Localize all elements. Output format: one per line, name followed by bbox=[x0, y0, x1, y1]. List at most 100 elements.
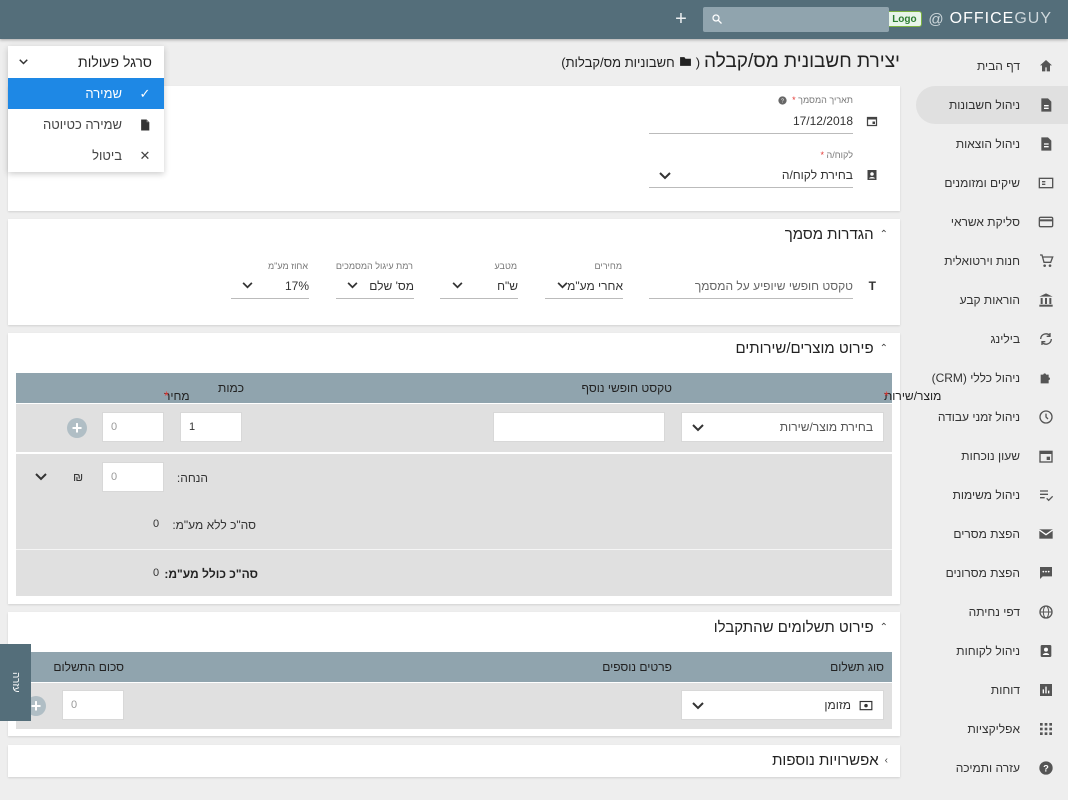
products-table-header: מוצר/שירות * טקסט חופשי נוסף כמות מחיר * bbox=[16, 373, 941, 403]
sidebar-item-label: בילינג bbox=[990, 332, 1020, 346]
actions-menu: סרגל פעולות ✓ שמירה שמירה כטיוטה ✕ ביטול bbox=[8, 46, 164, 172]
sidebar-item[interactable]: בילינג bbox=[916, 320, 1068, 358]
more-options-header[interactable]: › אפשרויות נוספות bbox=[772, 752, 888, 769]
col-payment-type: סוג תשלום bbox=[830, 660, 884, 674]
calendar-icon bbox=[1038, 448, 1054, 464]
chevron-up-icon: ⌃ bbox=[879, 343, 888, 354]
help-icon[interactable]: ? bbox=[778, 96, 787, 105]
chevron-down-icon bbox=[452, 282, 463, 289]
top-bar: Logo @ OFFICEGUY + bbox=[0, 0, 1068, 39]
settings-card: ⌃ הגדרות מסמך T טקסט חופשי שיופיע על המסמ… bbox=[8, 219, 900, 325]
quantity-input[interactable]: 1 bbox=[180, 412, 242, 442]
draft-icon bbox=[138, 119, 152, 131]
discount-currency[interactable]: ₪ bbox=[73, 470, 83, 484]
chevron-down-icon bbox=[347, 282, 358, 289]
sidebar-item[interactable]: חנות וירטואלית bbox=[916, 242, 1068, 280]
chevron-down-icon bbox=[19, 59, 28, 65]
search-input[interactable] bbox=[703, 7, 889, 32]
invoice-icon bbox=[1038, 97, 1054, 113]
sidebar-item[interactable]: שיקים ומזומנים bbox=[916, 164, 1068, 202]
cancel-button[interactable]: ✕ ביטול bbox=[8, 140, 164, 171]
settings-header[interactable]: ⌃ הגדרות מסמך bbox=[785, 226, 888, 243]
chevron-down-icon bbox=[242, 282, 253, 289]
currency-label: מטבע bbox=[494, 261, 518, 271]
more-options-card[interactable]: › אפשרויות נוספות bbox=[8, 745, 900, 777]
receipt-icon bbox=[1038, 136, 1054, 152]
sidebar-item[interactable]: הפצת מסרים bbox=[916, 515, 1068, 553]
sms-icon bbox=[1038, 565, 1054, 581]
sidebar-item[interactable]: אפליקציות bbox=[916, 710, 1068, 748]
sidebar-item[interactable]: שעון נוכחות bbox=[916, 437, 1068, 475]
sidebar-item-label: הוראות קבע bbox=[959, 293, 1020, 307]
apps-icon bbox=[1038, 721, 1054, 737]
product-select[interactable]: בחירת מוצר/שירות bbox=[681, 412, 884, 442]
total-novat-label: סה"כ ללא מע"מ: bbox=[172, 518, 256, 532]
payments-header[interactable]: ⌃ פירוט תשלומים שהתקבלו bbox=[714, 619, 888, 636]
brand[interactable]: Logo @ OFFICEGUY bbox=[886, 10, 1052, 28]
help-side-tab[interactable]: עזרה bbox=[0, 644, 31, 721]
close-icon: ✕ bbox=[139, 147, 151, 163]
cash-icon bbox=[859, 700, 873, 711]
brand-name: OFFICEGUY bbox=[949, 10, 1052, 27]
date-label: תאריך המסמך * bbox=[792, 95, 853, 105]
chart-icon bbox=[1038, 682, 1054, 698]
sidebar: דף הבית ניהול חשבונות ניהול הוצאות שיקים ומ… bbox=[915, 39, 1068, 800]
sidebar-item[interactable]: ניהול הוצאות bbox=[916, 125, 1068, 163]
sidebar-item-label: שעון נוכחות bbox=[961, 449, 1020, 463]
free-text-input[interactable]: טקסט חופשי שיופיע על המסמך bbox=[649, 273, 853, 299]
customer-select[interactable]: בחירת לקוח/ה bbox=[649, 162, 853, 188]
sidebar-item-label: דוחות bbox=[990, 683, 1020, 697]
sidebar-item[interactable]: דפי נחיתה bbox=[916, 593, 1068, 631]
help-icon: ? bbox=[1038, 760, 1054, 776]
sidebar-item[interactable]: דוחות bbox=[916, 671, 1068, 709]
sidebar-item-label: שיקים ומזומנים bbox=[944, 176, 1020, 190]
sidebar-item[interactable]: סליקת אשראי bbox=[916, 203, 1068, 241]
sidebar-item-label: ניהול כללי (CRM) bbox=[931, 371, 1020, 385]
divider bbox=[16, 549, 892, 550]
date-field[interactable]: 17/12/2018 bbox=[649, 108, 853, 134]
chevron-down-icon[interactable] bbox=[35, 473, 47, 481]
discount-label: הנחה: bbox=[176, 471, 208, 485]
text-icon: T bbox=[868, 279, 876, 293]
breadcrumb[interactable]: חשבוניות מס/קבלות) bbox=[561, 55, 674, 70]
discount-input[interactable]: 0 bbox=[102, 462, 164, 492]
products-header[interactable]: ⌃ פירוט מוצרים/שירותים bbox=[735, 340, 888, 357]
calendar-icon bbox=[866, 116, 878, 127]
sidebar-item[interactable]: הוראות קבע bbox=[916, 281, 1068, 319]
payments-table-header: סוג תשלום פרטים נוספים סכום התשלום bbox=[16, 652, 892, 682]
company-logo: Logo bbox=[886, 11, 923, 27]
sidebar-item[interactable]: ניהול לקוחות bbox=[916, 632, 1068, 670]
credit-card-icon bbox=[1038, 214, 1054, 230]
save-draft-button[interactable]: שמירה כטיוטה bbox=[8, 109, 164, 140]
sidebar-item[interactable]: ניהול חשבונות bbox=[916, 86, 1068, 124]
sidebar-item[interactable]: ניהול זמני עבודה bbox=[916, 398, 1068, 436]
chevron-up-icon: ⌃ bbox=[879, 622, 888, 633]
col-text: טקסט חופשי נוסף bbox=[581, 381, 672, 395]
price-input[interactable]: 0 bbox=[102, 412, 164, 442]
sidebar-item-label: הפצת מסרונים bbox=[945, 566, 1020, 580]
total-novat-value: 0 bbox=[153, 518, 160, 530]
sidebar-item-label: סליקת אשראי bbox=[950, 215, 1020, 229]
puzzle-icon bbox=[1038, 370, 1054, 386]
save-button[interactable]: ✓ שמירה bbox=[8, 78, 164, 109]
sidebar-item[interactable]: ? עזרה ותמיכה bbox=[916, 749, 1068, 787]
svg-text:?: ? bbox=[1043, 763, 1049, 773]
breadcrumb-open: ( bbox=[695, 55, 701, 70]
payments-card: ⌃ פירוט תשלומים שהתקבלו סוג תשלום פרטים נ… bbox=[8, 612, 900, 736]
contact-icon bbox=[867, 170, 877, 180]
vat-label: אחוז מע"מ bbox=[267, 261, 308, 271]
sidebar-item-label: עזרה ותמיכה bbox=[955, 761, 1020, 775]
sidebar-item[interactable]: הפצת מסרונים bbox=[916, 554, 1068, 592]
sidebar-item[interactable]: דף הבית bbox=[916, 47, 1068, 85]
add-button[interactable]: + bbox=[672, 9, 690, 29]
payment-type-select[interactable]: מזומן bbox=[681, 690, 884, 720]
sidebar-item-label: הפצת מסרים bbox=[953, 527, 1020, 541]
sidebar-item-label: דפי נחיתה bbox=[968, 605, 1020, 619]
add-row-button[interactable]: + bbox=[67, 418, 87, 438]
products-card: ⌃ פירוט מוצרים/שירותים מוצר/שירות * טקסט … bbox=[8, 333, 941, 604]
payment-sum-input[interactable]: 0 bbox=[62, 690, 124, 720]
actions-menu-header[interactable]: סרגל פעולות bbox=[8, 46, 164, 77]
sidebar-item-label: חנות וירטואלית bbox=[944, 254, 1020, 268]
free-text-field[interactable] bbox=[493, 412, 665, 442]
sidebar-item[interactable]: ניהול משימות bbox=[916, 476, 1068, 514]
